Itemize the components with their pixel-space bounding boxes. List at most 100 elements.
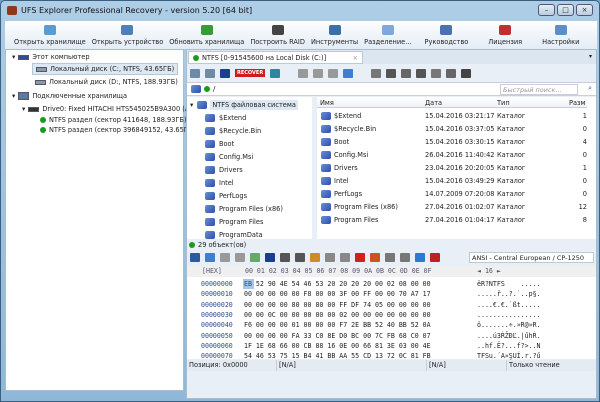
toolbar-button[interactable]: Обновить хранилища — [166, 21, 247, 49]
hex-tool-icon[interactable] — [295, 253, 305, 262]
tab-close-icon[interactable]: × — [352, 54, 358, 62]
toolbar-button[interactable]: Разделение... — [361, 21, 414, 49]
tree-item-partition[interactable]: NTFS раздел (сектор 411648, 188.93ГБ) — [40, 116, 187, 124]
hex-bytes[interactable]: F6 00 00 00 01 00 00 00 F7 2E BB 52 40 B… — [244, 320, 431, 330]
hex-address[interactable]: 00000020 — [201, 300, 233, 310]
file-row[interactable]: Boot 15.04.2016 03:30:15 Каталог 4 — [317, 135, 587, 148]
hex-bytes[interactable]: 00 00 0C 00 00 00 00 00 02 00 00 00 00 0… — [244, 310, 431, 320]
save-icon[interactable] — [190, 68, 200, 78]
toolbar-button[interactable]: Построить RAID — [247, 21, 308, 49]
scan-icon[interactable] — [270, 68, 281, 78]
file-row[interactable]: Program Files 27.04.2016 01:04:17 Каталог 8 — [317, 213, 587, 226]
file-row[interactable]: $Extend 15.04.2016 03:21:17 Каталог 1 — [317, 109, 587, 122]
toolbar-button[interactable]: Открыть хранилище — [11, 21, 89, 49]
tree-item-computer[interactable]: ▾ Этот компьютер — [12, 53, 90, 61]
hex-text[interactable]: ....ú3ŔŽĐĽ.|űhŔ. — [477, 331, 541, 341]
hex-tool-icon[interactable] — [205, 253, 215, 262]
hex-address[interactable]: 00000060 — [201, 341, 233, 351]
close-button[interactable]: × — [576, 4, 593, 16]
hex-bytes[interactable]: 00 00 00 00 80 00 80 00 FF DF 74 05 00 0… — [244, 300, 431, 310]
tab-ntfs[interactable]: NTFS [0-91545600 на Local Disk (C:)] × — [188, 51, 363, 64]
hex-tool-icon[interactable] — [280, 253, 290, 262]
toolbar-button[interactable]: Настройки — [532, 21, 589, 49]
tree-root[interactable]: ▾ NTFS файловая система — [190, 98, 312, 111]
tree-folder[interactable]: Program Files (x86) — [205, 202, 312, 215]
tree-folder[interactable]: $Recycle.Bin — [205, 124, 312, 137]
tool-icon[interactable] — [461, 68, 472, 78]
tree-item-partition[interactable]: NTFS раздел (сектор 396849152, 43.65ГБ) — [40, 126, 195, 134]
tree-folder[interactable]: Intel — [205, 176, 312, 189]
hex-tool-icon[interactable] — [220, 253, 230, 262]
hex-tool-icon[interactable] — [235, 253, 245, 262]
toolbar-button[interactable]: Лицензия — [478, 21, 532, 49]
tool-icon[interactable] — [313, 68, 324, 78]
hex-bytes[interactable]: 1F 1E 68 66 00 CB 88 16 0E 00 66 81 3E 0… — [244, 341, 431, 351]
gear-icon[interactable] — [386, 68, 397, 78]
tool-icon[interactable] — [328, 68, 339, 78]
hex-tool-icon[interactable] — [415, 253, 425, 262]
hex-text[interactable]: ..hf.Ë?...f?>..N — [477, 341, 541, 351]
recover-button[interactable]: RECOVER — [235, 69, 266, 77]
file-row[interactable]: PerfLogs 14.07.2009 07:20:08 Каталог 0 — [317, 187, 587, 200]
column-size[interactable]: Разм — [569, 99, 586, 107]
tree-folder[interactable]: Config.Msi — [205, 150, 312, 163]
tree-item-disk-d[interactable]: Локальный диск (D:, NTFS, 188.93ГБ) — [35, 78, 178, 86]
tree-folder[interactable]: ProgramData — [205, 228, 312, 239]
column-date[interactable]: Дата — [425, 99, 442, 107]
list-icon[interactable] — [431, 68, 442, 78]
tool-icon[interactable] — [416, 68, 427, 78]
hex-tool-icon[interactable] — [430, 253, 440, 262]
tree-item-drive0[interactable]: ▾ Drive0: Fixed HITACHI HTS545025B9A300 … — [22, 105, 197, 113]
minimize-button[interactable]: – — [538, 4, 555, 16]
tool-icon[interactable] — [371, 68, 382, 78]
hex-address[interactable]: 00000000 — [201, 279, 233, 289]
file-row[interactable]: $Recycle.Bin 15.04.2016 03:37:05 Каталог 0 — [317, 122, 587, 135]
hex-tool-icon[interactable] — [190, 253, 200, 262]
hex-address[interactable]: 00000050 — [201, 331, 233, 341]
tree-folder[interactable]: Program Files — [205, 215, 312, 228]
hex-tool-icon[interactable] — [370, 253, 380, 262]
tool-icon[interactable] — [446, 68, 457, 78]
hex-tool-icon[interactable] — [325, 253, 335, 262]
hex-text[interactable]: ................ — [477, 310, 541, 320]
view-icon[interactable] — [343, 68, 354, 78]
hex-tool-icon[interactable] — [250, 253, 260, 262]
toolbar-button[interactable]: Открыть устройство — [89, 21, 167, 49]
tool-icon[interactable] — [298, 68, 309, 78]
hex-tool-icon[interactable] — [385, 253, 395, 262]
search-icon[interactable]: ⌕ — [588, 84, 592, 93]
toolbar-button[interactable]: Руководство — [415, 21, 479, 49]
hex-address[interactable]: 00000010 — [201, 289, 233, 299]
hex-tool-icon[interactable] — [265, 253, 275, 262]
hex-bytes[interactable]: 00 00 00 00 00 F8 00 00 3F 00 FF 00 00 7… — [244, 289, 431, 299]
hex-tool-icon[interactable] — [310, 253, 320, 262]
properties-icon[interactable] — [205, 68, 215, 78]
hex-address[interactable]: 00000030 — [201, 310, 233, 320]
hex-address[interactable]: 00000040 — [201, 320, 233, 330]
hex-tool-icon[interactable] — [355, 253, 365, 262]
hex-bytes[interactable]: 00 00 00 00 FA 33 C0 8E D0 BC 00 7C FB 6… — [244, 331, 431, 341]
hex-text[interactable]: ö.......÷.»R@»R. — [477, 320, 541, 330]
file-row[interactable]: Intel 15.04.2016 03:49:29 Каталог 0 — [317, 174, 587, 187]
hex-tool-icon[interactable] — [400, 253, 410, 262]
quick-search-input[interactable]: Быстрый поиск... — [500, 84, 578, 95]
column-name[interactable]: Имя — [320, 99, 334, 107]
binoculars-icon[interactable] — [220, 68, 230, 78]
hex-text[interactable]: .....ř..?.˙..p§. — [477, 289, 541, 299]
tree-folder[interactable]: PerfLogs — [205, 189, 312, 202]
tree-folder[interactable]: Drivers — [205, 163, 312, 176]
tree-item-connected[interactable]: ▾ Подключенные хранилища — [12, 92, 127, 100]
tool-icon[interactable] — [401, 68, 412, 78]
maximize-button[interactable]: □ — [557, 4, 574, 16]
encoding-select[interactable]: ANSI - Central European / CP-1250 — [469, 252, 594, 263]
file-row[interactable]: Drivers 23.04.2016 20:20:05 Каталог 1 — [317, 161, 587, 174]
toolbar-button[interactable]: Инструменты — [308, 21, 361, 49]
tab-dropdown-icon[interactable]: ▾ — [589, 53, 592, 60]
hex-bytes[interactable]: EB 52 90 4E 54 46 53 20 20 20 20 00 02 0… — [244, 279, 431, 289]
column-type[interactable]: Тип — [497, 99, 510, 107]
tree-folder[interactable]: Boot — [205, 137, 312, 150]
hex-tool-icon[interactable] — [340, 253, 350, 262]
hex-text[interactable]: ....€.€.˙ßt..... — [477, 300, 541, 310]
tree-item-disk-c[interactable]: Локальный диск (C:, NTFS, 43.65ГБ) — [32, 63, 179, 75]
file-row[interactable]: Config.Msi 26.04.2016 11:40:42 Каталог 0 — [317, 148, 587, 161]
